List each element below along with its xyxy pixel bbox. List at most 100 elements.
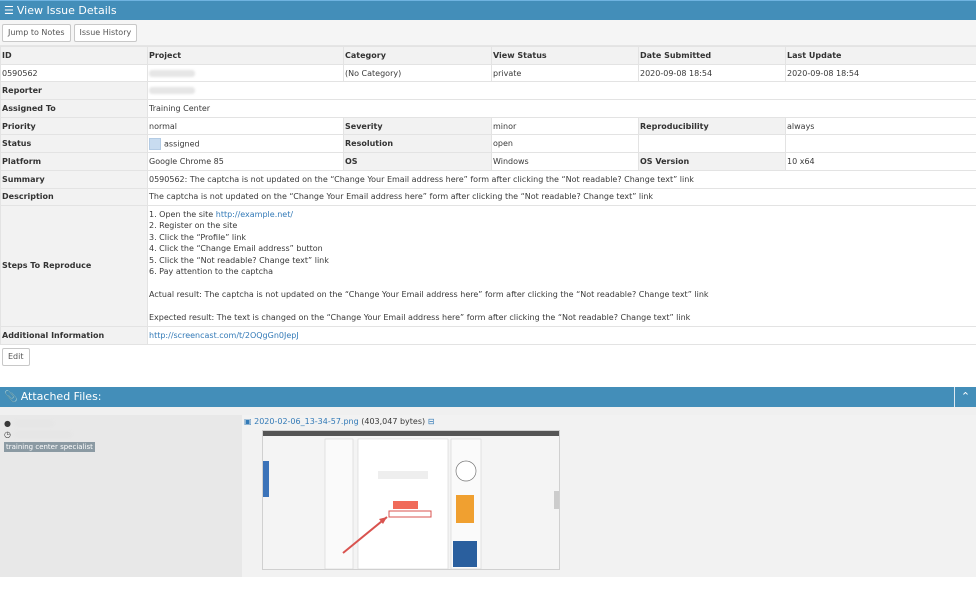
step-1: 1. Open the site http://example.net/ [149,209,975,221]
file-link-row: ▣ 2020-02-06_13-34-57.png (403,047 bytes… [244,417,974,426]
issue-details-panel: ☰ View Issue Details Jump to Notes Issue… [0,0,976,369]
edit-button[interactable]: Edit [2,347,30,366]
severity-value: minor [491,116,639,136]
bars-icon: ☰ [4,4,14,17]
issue-details-table: ID Project Category View Status Date Sub… [0,46,976,345]
attachment-entry: ● ◷ training center specialist ▣ 2020-02… [0,406,976,577]
table-row: Summary 0590562: The captcha is not upda… [0,169,976,189]
priority-value: normal [147,116,344,136]
table-header-row: ID Project Category View Status Date Sub… [0,46,976,65]
paperclip-icon: 📎 [4,390,18,404]
project-value [147,63,344,83]
reproducibility-value: always [785,116,976,136]
table-row: Assigned To Training Center [0,99,976,118]
actual-result: Actual result: The captcha is not update… [149,290,709,300]
category-value: (No Category) [343,63,492,83]
issue-id: 0590562 [0,63,148,83]
site-link[interactable]: http://example.net/ [216,210,293,219]
description-label: Description [0,187,148,207]
summary-label: Summary [0,169,148,189]
table-row: Reporter [0,81,976,101]
resolution-value: open [491,134,639,154]
table-row: Description The captcha is not updated o… [0,187,976,207]
col-header-project: Project [147,46,344,65]
attached-files-panel: 📎 Attached Files: ⌃ ● ◷ training center … [0,386,976,577]
additional-info-label: Additional Information [0,326,148,345]
redacted-project [149,69,195,77]
panel-header: ☰ View Issue Details [0,0,976,20]
reporter-value [147,81,976,101]
expected-result: Expected result: The text is changed on … [149,313,691,323]
toolbar: Jump to Notes Issue History [0,20,976,46]
additional-info-value: http://screencast.com/t/2OQgGn0JepJ [147,326,976,345]
attachment-file-link[interactable]: 2020-02-06_13-34-57.png [254,417,359,426]
attachment-preview-image[interactable] [262,429,560,570]
steps-value: 1. Open the site http://example.net/ 2. … [147,205,976,328]
step-2: 2. Register on the site [149,221,238,231]
attached-files-title: Attached Files: [20,390,102,404]
platform-label: Platform [0,152,148,171]
table-row: Status assigned Resolution open [0,134,976,154]
panel-title: View Issue Details [16,4,117,17]
status-text: assigned [164,139,200,149]
step-4: 4. Click the “Change Email address” butt… [149,244,323,254]
user-icon: ● [4,418,11,428]
col-header-date-submitted: Date Submitted [638,46,786,65]
col-header-category: Category [343,46,492,65]
os-label: OS [343,152,492,171]
col-header-view-status: View Status [491,46,639,65]
status-color-icon [149,137,161,150]
reporter-label: Reporter [0,81,148,101]
chevron-up-icon[interactable]: ⌃ [954,386,976,407]
issue-history-button[interactable]: Issue History [73,23,138,42]
upload-date-row: ◷ [4,430,238,439]
section-gap [0,368,976,387]
table-row: Priority normal Severity minor Reproduci… [0,116,976,136]
last-update-value: 2020-09-08 18:54 [785,63,976,83]
assigned-to-label: Assigned To [0,99,148,118]
redacted-reporter [149,87,195,95]
assigned-to-value: Training Center [147,99,976,118]
summary-value: 0590562: The captcha is not updated on t… [147,169,976,189]
jump-to-notes-button[interactable]: Jump to Notes [2,23,71,42]
col-header-last-update: Last Update [785,46,976,65]
description-value: The captcha is not updated on the “Chang… [147,187,976,207]
resolution-label: Resolution [343,134,492,154]
preview-screenshot-graphic [263,430,559,569]
attached-files-header: 📎 Attached Files: ⌃ [0,386,976,407]
table-row: Additional Information http://screencast… [0,326,976,345]
col-header-id: ID [0,46,148,65]
empty-cell [785,134,976,154]
step-3: 3. Click the “Profile” link [149,232,247,242]
file-size: (403,047 bytes) [361,416,426,426]
table-row: Platform Google Chrome 85 OS Windows OS … [0,152,976,171]
view-status-value: private [491,63,639,83]
severity-label: Severity [343,116,492,136]
step-1-text: 1. Open the site [149,209,216,219]
empty-cell [638,134,786,154]
screencast-link[interactable]: http://screencast.com/t/2OQgGn0JepJ [149,331,299,340]
clock-icon: ◷ [4,429,11,439]
uploader-name-row: ● [4,419,238,428]
reproducibility-label: Reproducibility [638,116,786,136]
step-5: 5. Click the “Not readable? Change text”… [149,255,329,265]
image-file-icon: ▣ [244,416,252,426]
status-value: assigned [147,134,344,154]
os-version-value: 10 x64 [785,152,976,171]
table-row: Steps To Reproduce 1. Open the site http… [0,205,976,328]
platform-value: Google Chrome 85 [147,152,344,171]
status-label: Status [0,134,148,154]
redacted-upload-date [13,430,72,438]
attachment-file: ▣ 2020-02-06_13-34-57.png (403,047 bytes… [242,414,976,577]
role-badge: training center specialist [4,441,95,452]
date-submitted-value: 2020-09-08 18:54 [638,63,786,83]
edit-row: Edit [0,345,976,369]
steps-label: Steps To Reproduce [0,205,148,328]
os-version-label: OS Version [638,152,786,171]
uploader-info: ● ◷ training center specialist [0,414,242,577]
redacted-uploader-name [13,419,54,427]
delete-attachment-icon[interactable]: ⊟ [428,417,435,426]
table-row: 0590562 (No Category) private 2020-09-08… [0,63,976,83]
